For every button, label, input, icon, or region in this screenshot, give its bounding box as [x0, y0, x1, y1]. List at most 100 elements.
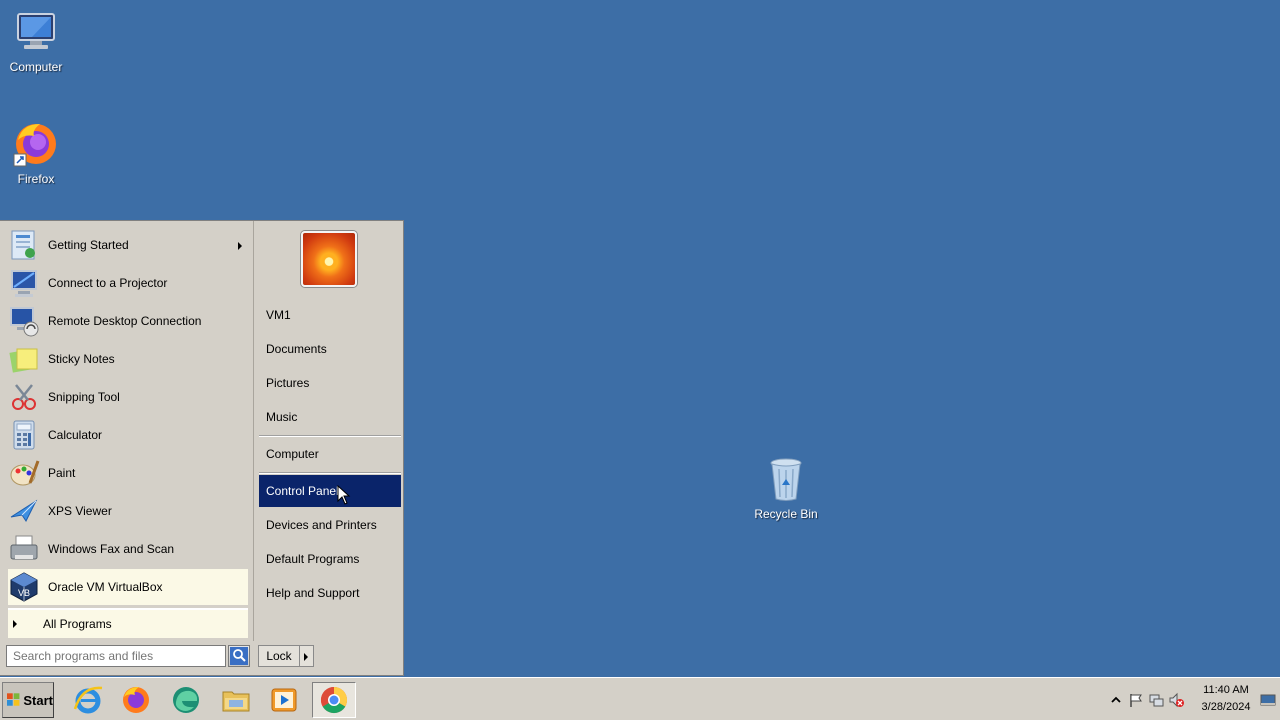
desktop-icon-label: Computer — [9, 60, 63, 74]
volume-muted-icon[interactable] — [1168, 692, 1184, 708]
place-item-help-support[interactable]: Help and Support — [259, 577, 401, 609]
all-programs-button[interactable]: All Programs — [8, 608, 248, 638]
program-item-connect-projector[interactable]: Connect to a Projector — [8, 265, 248, 301]
recycle-bin-icon — [762, 455, 810, 503]
desktop-icon-recycle-bin[interactable]: Recycle Bin — [750, 455, 822, 521]
search-button[interactable] — [228, 645, 250, 667]
taskbar-edge[interactable] — [164, 682, 208, 718]
place-item-control-panel[interactable]: Control Panel — [259, 475, 401, 507]
getting-started-icon — [8, 229, 40, 261]
program-label: Getting Started — [48, 238, 129, 252]
show-desktop-icon[interactable] — [1260, 692, 1276, 708]
program-label: XPS Viewer — [48, 504, 112, 518]
place-label: Computer — [266, 447, 319, 461]
network-icon[interactable] — [1148, 692, 1164, 708]
program-item-getting-started[interactable]: Getting Started — [8, 227, 248, 263]
place-item-default-programs[interactable]: Default Programs — [259, 543, 401, 575]
taskbar-internet-explorer[interactable] — [66, 682, 110, 718]
places-divider — [259, 472, 401, 474]
program-label: Snipping Tool — [48, 390, 120, 404]
place-item-documents[interactable]: Documents — [259, 333, 401, 365]
firefox-icon — [12, 120, 60, 168]
start-label: Start — [23, 692, 53, 708]
chrome-icon — [320, 686, 348, 714]
place-label: Pictures — [266, 376, 310, 390]
lock-button[interactable]: Lock — [258, 645, 300, 667]
taskbar-chrome[interactable] — [312, 682, 356, 718]
place-label: Music — [266, 410, 298, 424]
remote-desktop-icon — [8, 305, 40, 337]
search-input[interactable] — [6, 645, 226, 667]
program-item-xps-viewer[interactable]: XPS Viewer — [8, 493, 248, 529]
program-item-virtualbox[interactable]: VB Oracle VM VirtualBox — [8, 569, 248, 605]
program-label: Sticky Notes — [48, 352, 115, 366]
program-label: Windows Fax and Scan — [48, 542, 175, 556]
edge-icon — [173, 687, 199, 713]
paint-icon — [8, 457, 40, 489]
desktop-icon-firefox[interactable]: Firefox — [0, 120, 72, 186]
place-item-pictures[interactable]: Pictures — [259, 367, 401, 399]
program-label: Calculator — [48, 428, 103, 442]
fax-scan-icon — [8, 533, 40, 565]
system-tray: 11:40 AM 3/28/2024 — [1104, 678, 1280, 720]
program-item-remote-desktop[interactable]: Remote Desktop Connection — [8, 303, 248, 339]
computer-icon — [12, 8, 60, 56]
action-center-flag-icon[interactable] — [1128, 692, 1144, 708]
place-label: Default Programs — [266, 552, 360, 566]
program-item-sticky-notes[interactable]: Sticky Notes — [8, 341, 248, 377]
program-label: Connect to a Projector — [48, 276, 168, 290]
internet-explorer-icon — [73, 686, 103, 714]
all-programs-arrow-icon — [13, 620, 17, 628]
place-label: Control Panel — [266, 484, 339, 498]
lock-button-group: Lock — [258, 645, 314, 667]
submenu-arrow-icon — [238, 242, 242, 250]
taskbar-file-explorer[interactable] — [214, 682, 258, 718]
show-hidden-icons-chevron[interactable] — [1108, 692, 1124, 708]
start-menu: Getting Started Connect to a Projector R… — [0, 220, 404, 676]
sticky-notes-icon — [8, 343, 40, 375]
projector-icon — [8, 267, 40, 299]
svg-text:VB: VB — [18, 588, 30, 598]
desktop-icon-label: Recycle Bin — [754, 507, 818, 521]
place-label: Help and Support — [266, 586, 360, 600]
user-account-picture[interactable] — [301, 231, 357, 287]
place-item-computer[interactable]: Computer — [259, 438, 401, 470]
snipping-tool-icon — [8, 381, 40, 413]
shutdown-options-button[interactable] — [300, 645, 314, 667]
program-label: Paint — [48, 466, 76, 480]
all-programs-label: All Programs — [43, 617, 112, 631]
clock-date[interactable]: 3/28/2024 — [1194, 701, 1258, 713]
program-label: Oracle VM VirtualBox — [48, 580, 163, 594]
virtualbox-icon: VB — [8, 571, 40, 603]
file-explorer-icon — [222, 691, 250, 712]
search-icon — [230, 647, 248, 665]
search-row — [6, 645, 250, 667]
windows-logo-icon — [7, 693, 20, 706]
start-menu-places-pane: VM1 Documents Pictures Music Computer Co… — [255, 221, 403, 641]
program-label: Remote Desktop Connection — [48, 314, 202, 328]
start-button[interactable]: Start — [2, 682, 54, 718]
place-label: Documents — [266, 342, 327, 356]
media-player-icon — [271, 688, 297, 712]
place-item-music[interactable]: Music — [259, 401, 401, 433]
firefox-icon — [123, 687, 149, 713]
place-item-devices-printers[interactable]: Devices and Printers — [259, 509, 401, 541]
program-item-snipping-tool[interactable]: Snipping Tool — [8, 379, 248, 415]
program-item-calculator[interactable]: Calculator — [8, 417, 248, 453]
taskbar-media-player[interactable] — [262, 682, 306, 718]
clock-time[interactable]: 11:40 AM — [1198, 684, 1254, 696]
place-item-user-folder[interactable]: VM1 — [259, 299, 401, 331]
program-item-fax-scan[interactable]: Windows Fax and Scan — [8, 531, 248, 567]
calculator-icon — [8, 419, 40, 451]
places-divider — [259, 435, 401, 437]
program-item-paint[interactable]: Paint — [8, 455, 248, 491]
taskbar: Start 11:40 AM 3/28/2024 — [0, 677, 1280, 720]
xps-viewer-icon — [8, 495, 40, 527]
desktop-icon-computer[interactable]: Computer — [0, 8, 72, 74]
start-menu-programs-pane: Getting Started Connect to a Projector R… — [0, 221, 254, 641]
taskbar-firefox[interactable] — [114, 682, 158, 718]
place-label: Devices and Printers — [266, 518, 377, 532]
place-label: VM1 — [266, 308, 291, 322]
desktop-icon-label: Firefox — [17, 172, 55, 186]
mouse-cursor-icon — [337, 485, 351, 505]
